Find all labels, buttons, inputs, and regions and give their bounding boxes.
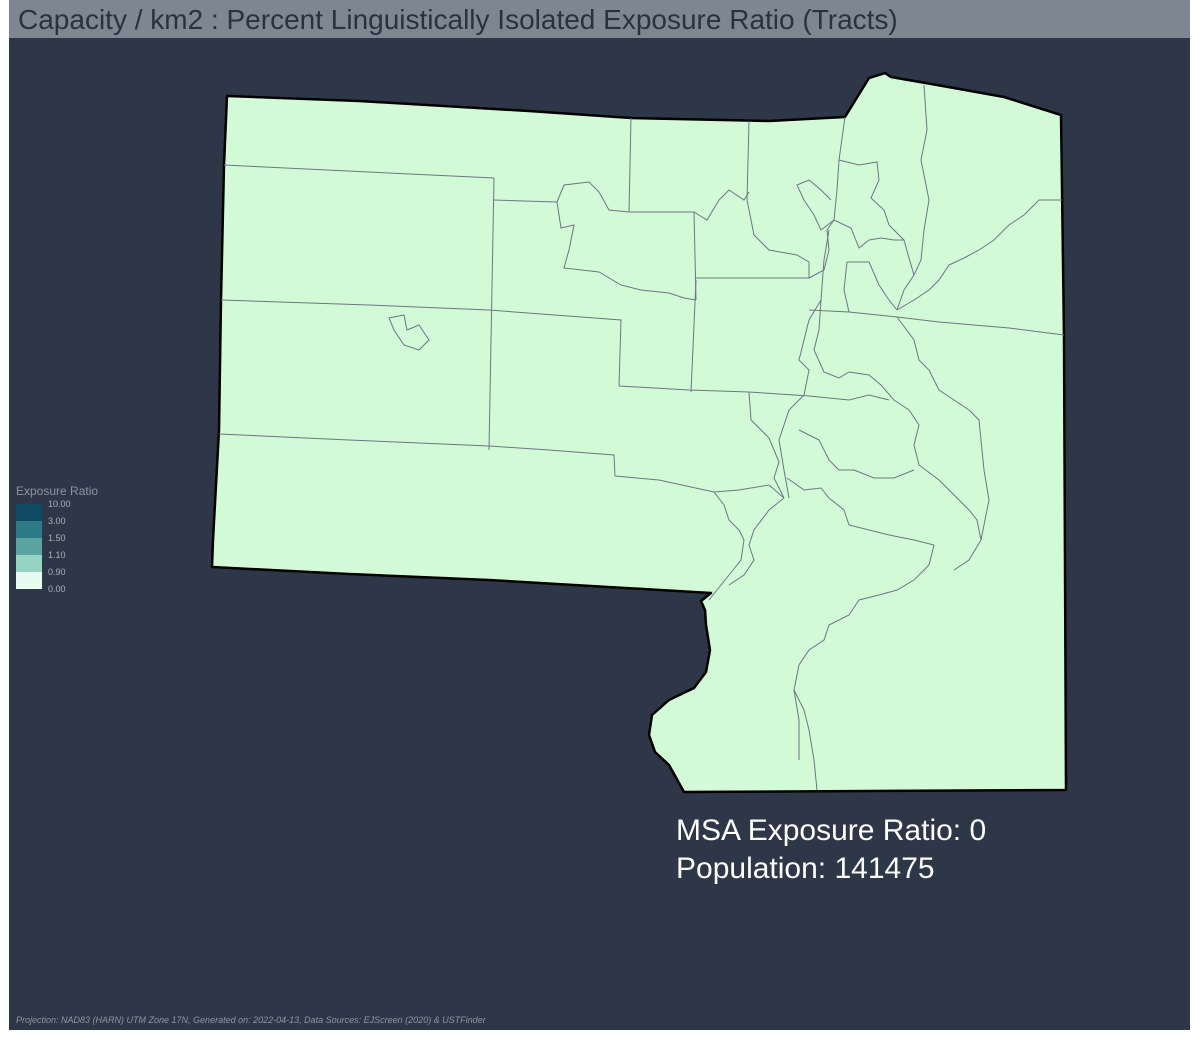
legend-break-label: 10.00 bbox=[48, 499, 71, 509]
legend-row: 10.00 bbox=[16, 499, 146, 521]
msa-boundary bbox=[210, 71, 1068, 794]
title-bar: Capacity / km2 : Percent Linguistically … bbox=[9, 0, 1190, 38]
population-text: Population: 141475 bbox=[676, 852, 935, 885]
legend-break-label: 1.50 bbox=[48, 533, 66, 543]
map-title: Capacity / km2 : Percent Linguistically … bbox=[18, 4, 898, 35]
legend-break-label: 3.00 bbox=[48, 516, 66, 526]
stats-panel: MSA Exposure Ratio: 0 Population: 141475 bbox=[676, 812, 986, 888]
legend-swatch bbox=[16, 521, 42, 538]
legend-break-label: 0.90 bbox=[48, 567, 66, 577]
choropleth-map[interactable] bbox=[9, 0, 1190, 1030]
map-frame: Capacity / km2 : Percent Linguistically … bbox=[9, 0, 1190, 1030]
legend-row: 1.10 bbox=[16, 550, 146, 572]
exposure-ratio-text: MSA Exposure Ratio: 0 bbox=[676, 814, 987, 847]
legend-row: 0.90 bbox=[16, 567, 146, 589]
footer-caption: Projection: NAD83 (HARN) UTM Zone 17N, G… bbox=[16, 1015, 486, 1025]
legend-swatch bbox=[16, 555, 42, 572]
legend-row: 1.50 bbox=[16, 533, 146, 555]
legend-swatch bbox=[16, 538, 42, 555]
legend-break-label: 0.00 bbox=[48, 584, 66, 594]
legend: Exposure Ratio 10.00 3.00 1.50 1.10 0.90 0.00 bbox=[16, 484, 146, 594]
legend-swatch bbox=[16, 572, 42, 589]
legend-swatch bbox=[16, 504, 42, 521]
legend-rows: 10.00 3.00 1.50 1.10 0.90 0.00 bbox=[16, 499, 146, 594]
legend-row: 3.00 bbox=[16, 516, 146, 538]
legend-break-label: 1.10 bbox=[48, 550, 66, 560]
legend-title: Exposure Ratio bbox=[16, 484, 99, 498]
